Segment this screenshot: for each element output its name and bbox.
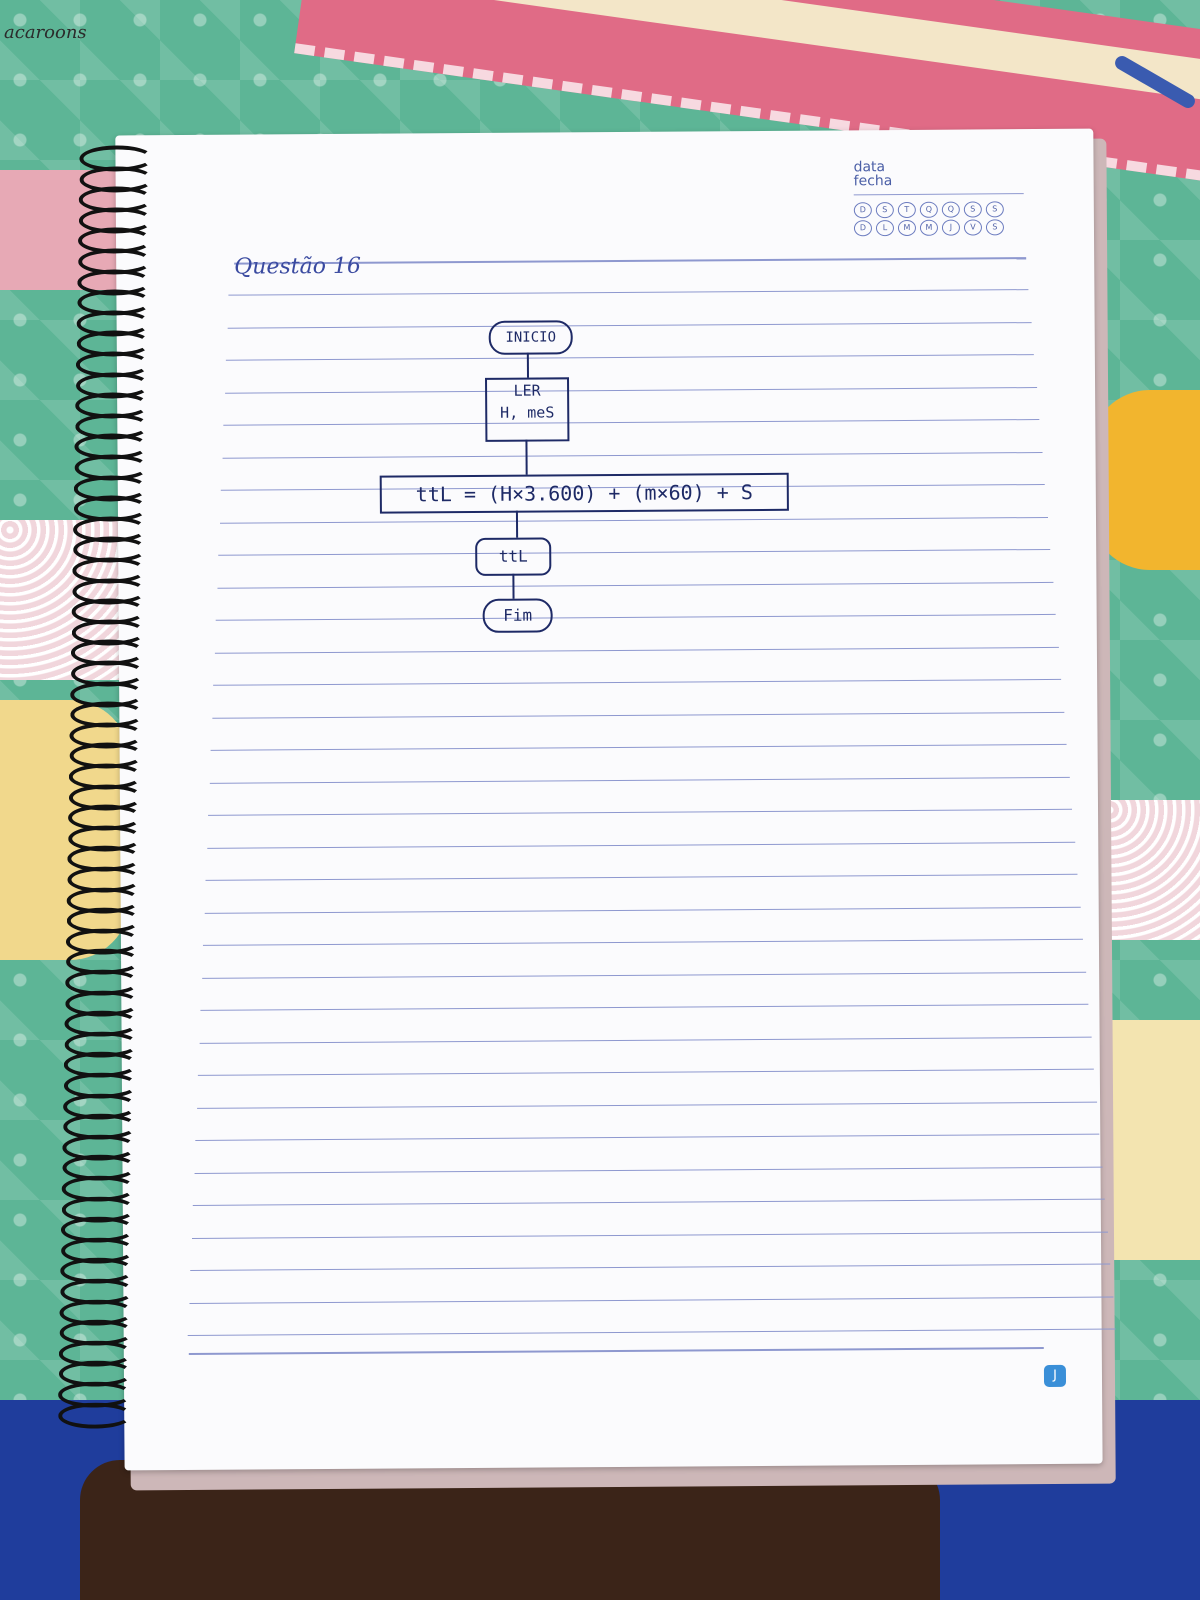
ruled-line xyxy=(208,808,1073,816)
lace-patch-right xyxy=(1100,800,1200,940)
weekday-row-1: D S T Q Q S S xyxy=(853,201,1004,219)
weekday-circle: S xyxy=(875,202,894,219)
spiral-binding xyxy=(57,145,168,1446)
ruled-line xyxy=(196,1101,1097,1109)
ruled-line xyxy=(225,354,1034,361)
ruled-line xyxy=(191,1231,1108,1239)
flowchart-connector xyxy=(526,352,530,378)
ruled-line xyxy=(200,1003,1089,1011)
flowchart-connector xyxy=(525,439,528,475)
ruled-line xyxy=(219,516,1048,524)
ruled-line xyxy=(223,419,1040,426)
ruled-line xyxy=(206,841,1075,849)
date-box: data fecha D S T Q Q S S D L M M J V S xyxy=(853,159,1024,237)
weekday-circle: S xyxy=(985,219,1005,236)
spiral-coil xyxy=(57,1401,132,1429)
ruled-line xyxy=(188,1296,1113,1304)
ruled-line xyxy=(197,1068,1094,1076)
ruled-line xyxy=(224,386,1037,394)
ruled-line xyxy=(228,289,1029,296)
date-rule xyxy=(853,193,1024,196)
notebook-page: data fecha D S T Q Q S S D L M M J V S Q… xyxy=(57,128,1116,1471)
ruled-line xyxy=(199,1036,1092,1044)
ruled-line xyxy=(211,711,1064,719)
date-label-es: fecha xyxy=(853,173,893,190)
ruled-line xyxy=(204,906,1081,914)
weekday-circle: S xyxy=(963,201,982,218)
weekday-circle: D xyxy=(853,202,872,219)
flowchart-input-line1: LER xyxy=(513,381,541,400)
flowchart-connector xyxy=(512,573,515,599)
flowchart-output: ttL xyxy=(475,537,552,576)
ruled-line xyxy=(194,1166,1103,1174)
ruled-line xyxy=(202,938,1083,946)
notebook: data fecha D S T Q Q S S D L M M J V S Q… xyxy=(57,128,1116,1491)
brand-badge: J xyxy=(1043,1364,1067,1388)
flowchart-input-line2: H, meS xyxy=(500,403,555,422)
weekday-circle: S xyxy=(985,201,1004,218)
ruled-line xyxy=(195,1133,1100,1141)
ruled-line xyxy=(214,646,1059,654)
ruled-line xyxy=(190,1263,1111,1271)
page-bottom-rule xyxy=(188,1347,1044,1355)
weekday-circle: Q xyxy=(941,201,960,218)
ruled-line xyxy=(187,1328,1116,1336)
flowchart-end: Fim xyxy=(482,598,553,633)
page-heading: Questão 16 xyxy=(234,253,362,280)
ruled-line xyxy=(218,548,1051,556)
ruled-line xyxy=(222,451,1043,459)
ruled-line xyxy=(192,1198,1105,1206)
ruled-line xyxy=(216,581,1053,589)
weekday-circle: M xyxy=(897,219,917,237)
weekday-row-2: D L M M J V S xyxy=(853,219,1005,237)
ruled-line xyxy=(215,613,1056,621)
weekday-circle: J xyxy=(941,219,961,236)
ruled-line xyxy=(209,776,1070,784)
ruled-line xyxy=(201,971,1086,979)
ruled-line xyxy=(210,743,1067,751)
flowchart-input: LER H, meS xyxy=(485,377,570,442)
ruled-line xyxy=(213,678,1062,686)
flowchart-process: ttL = (H×3.600) + (m×60) + S xyxy=(379,472,789,514)
weekday-circle: L xyxy=(875,220,895,237)
flowchart-start: INICIO xyxy=(488,320,573,355)
weekday-circle: V xyxy=(963,219,983,236)
cover-logo-text: acaroons xyxy=(4,22,87,43)
weekday-circle: T xyxy=(897,201,916,219)
weekday-circle: M xyxy=(919,219,939,236)
ruled-line xyxy=(205,873,1078,881)
weekday-circle: D xyxy=(853,220,873,237)
flowchart-connector xyxy=(515,510,519,538)
ruled-line xyxy=(227,321,1032,329)
weekday-circle: Q xyxy=(919,201,938,218)
